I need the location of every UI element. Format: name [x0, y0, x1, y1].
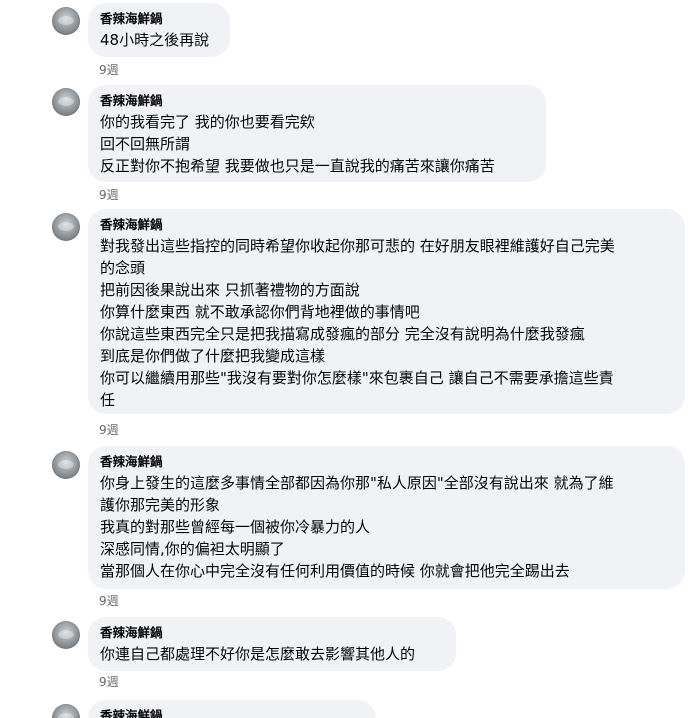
comment-timestamp[interactable]: 9週	[99, 187, 119, 203]
avatar[interactable]	[52, 7, 80, 35]
comment-text-line: 你算什麼東西 就不敢承認你們背地裡做的事情吧	[100, 303, 420, 321]
comment-text-line: 反正對你不抱希望 我要做也只是一直說我的痛苦來讓你痛苦	[100, 157, 495, 175]
comment-timestamp[interactable]: 9週	[99, 674, 119, 690]
comment-bubble: 香辣海鮮鍋	[88, 700, 376, 718]
comment-text-line: 對我發出這些指控的同時希望你收起你那可悲的 在好朋友眼裡維護好自己完美	[100, 237, 615, 255]
comment-text-line: 我真的對那些曾經每一個被你冷暴力的人	[100, 518, 371, 536]
comment-timestamp[interactable]: 9週	[99, 593, 119, 609]
comment-author[interactable]: 香辣海鮮鍋	[100, 625, 444, 641]
comment-timestamp[interactable]: 9週	[99, 422, 119, 438]
comment-text-line: 任	[100, 391, 116, 409]
comment-timestamp[interactable]: 9週	[99, 62, 119, 78]
comment-text-line: 的念頭	[100, 259, 146, 277]
comment-text-line: 你說這些東西完全只是把我描寫成發瘋的部分 完全沒有說明為什麼我發瘋	[100, 325, 585, 343]
comment-bubble: 香辣海鮮鍋 你連自己都處理不好你是怎麼敢去影響其他人的	[88, 617, 456, 671]
comment-thread: 香辣海鮮鍋 48小時之後再說 9週 香辣海鮮鍋 你的我看完了 我的你也要看完欸 …	[0, 0, 699, 718]
comment-text-line: 到底是你們做了什麼把我變成這樣	[100, 347, 326, 365]
comment-text-line: 當那個人在你心中完全沒有任何利用價值的時候 你就會把他完全踢出去	[100, 562, 570, 580]
comment-text-line: 深感同情,你的偏袒太明顯了	[100, 540, 285, 558]
comment-bubble: 香辣海鮮鍋 你的我看完了 我的你也要看完欸 回不回無所謂 反正對你不抱希望 我要…	[88, 85, 546, 182]
comment-bubble: 香辣海鮮鍋 48小時之後再說	[88, 3, 230, 57]
avatar[interactable]	[52, 88, 80, 116]
comment-bubble: 香辣海鮮鍋 你身上發生的這麼多事情全部都因為你那"私人原因"全部沒有說出來 就為…	[88, 446, 685, 589]
comment-author[interactable]: 香辣海鮮鍋	[100, 454, 673, 470]
avatar[interactable]	[52, 621, 80, 649]
comment-text-line: 你可以繼續用那些"我沒有要對你怎麼樣"來包裹自己 讓自己不需要承擔這些責	[100, 369, 614, 387]
comment-text-line: 48小時之後再說	[100, 31, 210, 49]
comment-text-line: 護你那完美的形象	[100, 496, 221, 514]
avatar[interactable]	[52, 704, 80, 718]
comment-text-line: 你的我看完了 我的你也要看完欸	[100, 113, 315, 131]
comment-author[interactable]: 香辣海鮮鍋	[100, 217, 673, 233]
comment-author[interactable]: 香辣海鮮鍋	[100, 93, 534, 109]
comment-text-line: 把前因後果說出來 只抓著禮物的方面說	[100, 281, 360, 299]
comment-author[interactable]: 香辣海鮮鍋	[100, 11, 218, 27]
avatar[interactable]	[52, 451, 80, 479]
avatar[interactable]	[52, 213, 80, 241]
comment-text-line: 你連自己都處理不好你是怎麼敢去影響其他人的	[100, 645, 416, 663]
comment-author[interactable]: 香辣海鮮鍋	[100, 708, 364, 718]
comment-bubble: 香辣海鮮鍋 對我發出這些指控的同時希望你收起你那可悲的 在好朋友眼裡維護好自己完…	[88, 209, 685, 414]
comment-text-line: 回不回無所謂	[100, 135, 191, 153]
comment-text-line: 你身上發生的這麼多事情全部都因為你那"私人原因"全部沒有說出來 就為了維	[100, 474, 614, 492]
